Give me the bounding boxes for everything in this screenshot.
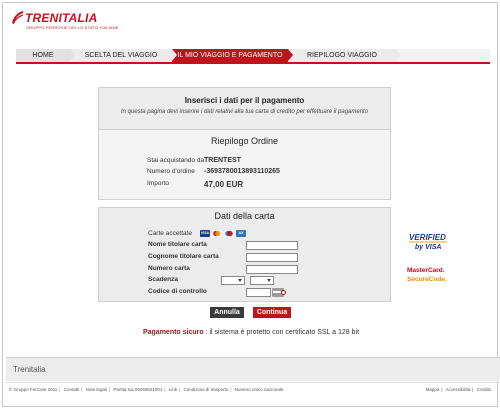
cancel-button[interactable]: Annulla — [210, 307, 244, 318]
card-stripe — [273, 291, 281, 293]
merchant-value: TRENTEST — [204, 157, 241, 164]
expiry-label: Scadenza — [148, 276, 178, 283]
visa-badge-line2: by VISA — [415, 244, 441, 251]
tab-separator — [396, 49, 401, 61]
card-number-label: Numero carta — [148, 265, 190, 272]
intro-title: Inserisci i dati per il pagamento — [184, 96, 305, 105]
mc-badge-line1: MasterCard. — [407, 267, 445, 274]
payment-intro-panel: Inserisci i dati per il pagamento In que… — [98, 87, 391, 130]
tab-bar-filler — [396, 49, 490, 62]
secure-payment-strong: Pagamento sicuro — [142, 329, 204, 336]
footer-link-link[interactable]: Link — [169, 387, 177, 392]
tab-separator — [70, 49, 75, 61]
chevron-down-icon — [238, 279, 242, 282]
footer-copyright: © Gruppo Ferrovie 2011 — [9, 387, 58, 392]
footer-link-credits[interactable]: Credits — [477, 387, 491, 392]
footer-link-condizioni[interactable]: Condizioni di trasporto — [184, 387, 229, 392]
expiry-year-select[interactable] — [250, 276, 274, 285]
footer-bar: Trenitalia — [6, 357, 500, 381]
order-number-value: -3693780013893110265 — [204, 168, 280, 175]
footer-link-numero-unico[interactable]: Numero unico nazionale — [235, 387, 284, 392]
tabs-underline — [16, 62, 490, 64]
cvv-help-icon[interactable] — [272, 288, 286, 297]
order-row-label: Numero d'ordine — [147, 168, 195, 175]
card-data-title: Dati della carta — [214, 211, 275, 221]
fs-logo-icon — [12, 11, 24, 25]
order-row-merchant: Stai acquistando da TRENTEST — [147, 157, 241, 164]
mc-badge-line2: SecureCode. — [407, 276, 447, 283]
holder-surname-input[interactable] — [246, 253, 298, 262]
intro-subtitle: In questa pagina devi inserire i dati re… — [120, 109, 369, 115]
footer-links: © Gruppo Ferrovie 2011 | Contatti | Note l… — [9, 387, 284, 392]
expiry-month-select[interactable] — [221, 276, 245, 285]
brand-tagline: GRUPPO FERROVIE DELLO STATO ITALIANE — [26, 25, 119, 30]
accepted-cards-label: Carte accettate — [148, 230, 193, 237]
chevron-down-icon — [267, 279, 271, 282]
cvv-input[interactable] — [246, 288, 271, 297]
continue-button[interactable]: Continua — [253, 307, 291, 318]
order-row-label: Importo — [147, 180, 170, 187]
tab-separator — [288, 49, 293, 61]
order-row-number: Numero d'ordine -3693780013893110265 — [147, 168, 280, 175]
verified-by-visa-badge: VERIFIED by VISA — [405, 224, 451, 258]
footer-right-links: Mappa | Accessibilità | Credits — [425, 387, 491, 392]
holder-name-label: Nome titolare carta — [148, 241, 207, 248]
cvv-label: Codice di controllo — [148, 288, 207, 295]
order-summary-panel: Riepilogo Ordine Stai acquistando da TRE… — [98, 130, 391, 200]
secure-payment-note: Pagamento sicuro : il sistema è protetto… — [3, 329, 499, 336]
order-summary-title: Riepilogo Ordine — [210, 136, 279, 146]
visa-badge-line1: VERIFIED — [409, 233, 446, 242]
secure-payment-text: : il sistema è protetto con certificato … — [203, 329, 360, 336]
maestro-icon — [224, 230, 234, 237]
card-data-panel: Dati della carta Carte accettate VISA AX… — [98, 207, 391, 302]
tab-riepilogo-viaggio[interactable]: RIEPILOGO VIAGGIO — [288, 49, 396, 62]
footer-link-mappa[interactable]: Mappa — [426, 387, 440, 392]
tab-pagamento-active[interactable]: IL MIO VIAGGIO E PAGAMENTO — [172, 49, 288, 62]
footer-divider — [6, 382, 500, 383]
holder-surname-label: Cognome titolare carta — [148, 253, 219, 260]
step-tabs: HOME SCELTA DEL VIAGGIO IL MIO VIAGGIO E… — [16, 49, 490, 62]
amount-value: 47,00 EUR — [204, 180, 244, 189]
footer-link-contatti[interactable]: Contatti — [64, 387, 80, 392]
footer-vat: Partita Iva 05058501001 — [113, 387, 163, 392]
visa-card-icon: VISA — [200, 230, 210, 237]
footer-brand: Trenitalia — [13, 365, 46, 374]
page-frame: TRENITALIA GRUPPO FERROVIE DELLO STATO I… — [2, 2, 500, 407]
card-number-input[interactable] — [246, 265, 298, 274]
tab-separator — [172, 49, 177, 61]
footer-link-note-legali[interactable]: Note legali — [86, 387, 107, 392]
holder-name-input[interactable] — [246, 241, 298, 250]
footer-link-accessibilita[interactable]: Accessibilità — [446, 387, 471, 392]
cvv-marker — [281, 290, 286, 295]
tab-scelta-viaggio[interactable]: SCELTA DEL VIAGGIO — [70, 49, 172, 62]
tab-home[interactable]: HOME — [16, 49, 70, 62]
mastercard-securecode-badge: MasterCard. SecureCode. — [405, 263, 451, 285]
brand-name: TRENITALIA — [25, 11, 98, 25]
order-row-amount: Importo 47,00 EUR — [147, 180, 243, 189]
accepted-cards: VISA AX — [200, 230, 246, 237]
mastercard-icon — [212, 230, 222, 237]
order-row-label: Stai acquistando da — [147, 157, 205, 164]
amex-card-icon: AX — [236, 230, 246, 237]
